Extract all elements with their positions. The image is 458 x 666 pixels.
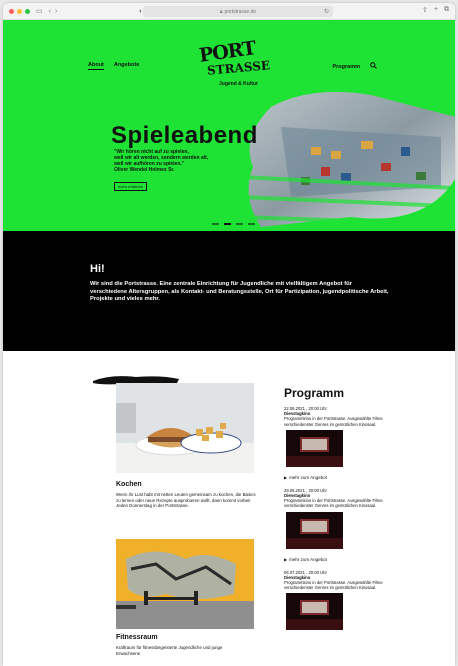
- slider-dot[interactable]: [212, 223, 219, 225]
- window-controls: [9, 8, 30, 14]
- intro-section: Hi! Wir sind die Portstrasse. Eine zentr…: [3, 231, 455, 351]
- event-description: Programmkino in der Portstrasse. Ausgewä…: [284, 498, 383, 509]
- close-window-button[interactable]: [9, 8, 14, 14]
- main-nav-right: Programm: [332, 62, 377, 71]
- search-icon[interactable]: [370, 62, 377, 71]
- reload-icon[interactable]: ↻: [324, 8, 329, 15]
- card-title-kochen[interactable]: Kochen: [116, 481, 142, 488]
- hero-quote: "Wir hören nicht auf zu spielen, weil wi…: [114, 149, 208, 173]
- maximize-window-button[interactable]: [25, 8, 30, 14]
- program-event: 06.07.2021 , 20:00 Uhr Dienstagkino Prog…: [284, 570, 384, 639]
- quote-author: Oliver Wendel Holmes Sr.: [114, 167, 175, 173]
- arrow-right-icon: ▶: [284, 474, 288, 480]
- fitnessraum-image: [116, 539, 254, 629]
- kochen-image: [116, 383, 254, 473]
- card-text-fitnessraum: Kraftraum für fitnessbegeisterte Jugendl…: [116, 645, 223, 656]
- arrow-right-icon: ▶: [284, 556, 288, 562]
- program-heading: Programm: [284, 386, 345, 400]
- intro-text: Wir sind die Portstrasse. Eine zentrale …: [90, 281, 389, 302]
- address-url: portstrasse.de: [224, 8, 257, 15]
- lock-icon: 🔒︎: [219, 8, 223, 15]
- card-text-kochen: Wenn ihr Lust habt mit netten Leuten gem…: [116, 492, 256, 508]
- hero-title: Spieleabend: [111, 122, 258, 149]
- nav-item-angebote[interactable]: Angebote: [114, 62, 139, 70]
- nav-item-about[interactable]: About: [88, 62, 104, 70]
- browser-actions: ⇪ + ⧉: [422, 6, 449, 14]
- event-cinema-image: [286, 593, 343, 631]
- address-bar[interactable]: 🔒︎ portstrasse.de ↻: [143, 6, 333, 17]
- forward-icon[interactable]: ›: [55, 8, 57, 15]
- event-cinema-image: [286, 429, 343, 467]
- minimize-window-button[interactable]: [17, 8, 22, 14]
- hero-boardgame-image: [241, 91, 455, 227]
- program-column: Programm 22.06.2021 , 20:00 Uhr Dienstag…: [284, 386, 384, 638]
- share-icon[interactable]: ⇪: [422, 6, 428, 14]
- slider-dot-active[interactable]: [224, 223, 231, 225]
- event-description: Programmkino in der Portstrasse. Ausgewä…: [284, 580, 383, 591]
- content-section: Kochen Wenn ihr Lust habt mit netten Leu…: [3, 351, 455, 666]
- slider-dot[interactable]: [236, 223, 243, 225]
- slider-pagination: [212, 223, 255, 225]
- program-event: 29.06.2021 , 20:00 Uhr Dienstagkino Prog…: [284, 488, 384, 562]
- card-title-fitnessraum[interactable]: Fitnessraum: [116, 634, 158, 641]
- intro-heading: Hi!: [90, 263, 105, 275]
- slider-dot[interactable]: [248, 223, 255, 225]
- browser-window: ▭ ‹ › ◐ 🔒︎ portstrasse.de ↻ ⇪ + ⧉ About …: [3, 3, 455, 666]
- browser-toolbar: ▭ ‹ › ◐ 🔒︎ portstrasse.de ↻ ⇪ + ⧉: [3, 3, 455, 20]
- program-event: 22.06.2021 , 20:00 Uhr Dienstagkino Prog…: [284, 406, 384, 480]
- new-tab-icon[interactable]: +: [434, 6, 438, 14]
- event-more-link[interactable]: ▶ mehr zum Angebot: [284, 557, 384, 562]
- event-more-link[interactable]: ▶ mehr zum Angebot: [284, 475, 384, 480]
- back-icon[interactable]: ‹: [49, 8, 51, 15]
- tabs-icon[interactable]: ⧉: [444, 6, 449, 14]
- event-description: Programmkino in der Portstrasse. Ausgewä…: [284, 416, 383, 427]
- hero-section: About Angebote PORT STRASSE Jugend & Kul…: [3, 20, 455, 231]
- event-cinema-image: [286, 511, 343, 549]
- hero-more-button[interactable]: mehr erfahren: [114, 182, 148, 191]
- nav-item-programm[interactable]: Programm: [332, 64, 360, 70]
- main-nav-left: About Angebote: [88, 62, 139, 70]
- sidebar-icon[interactable]: ▭: [36, 8, 43, 15]
